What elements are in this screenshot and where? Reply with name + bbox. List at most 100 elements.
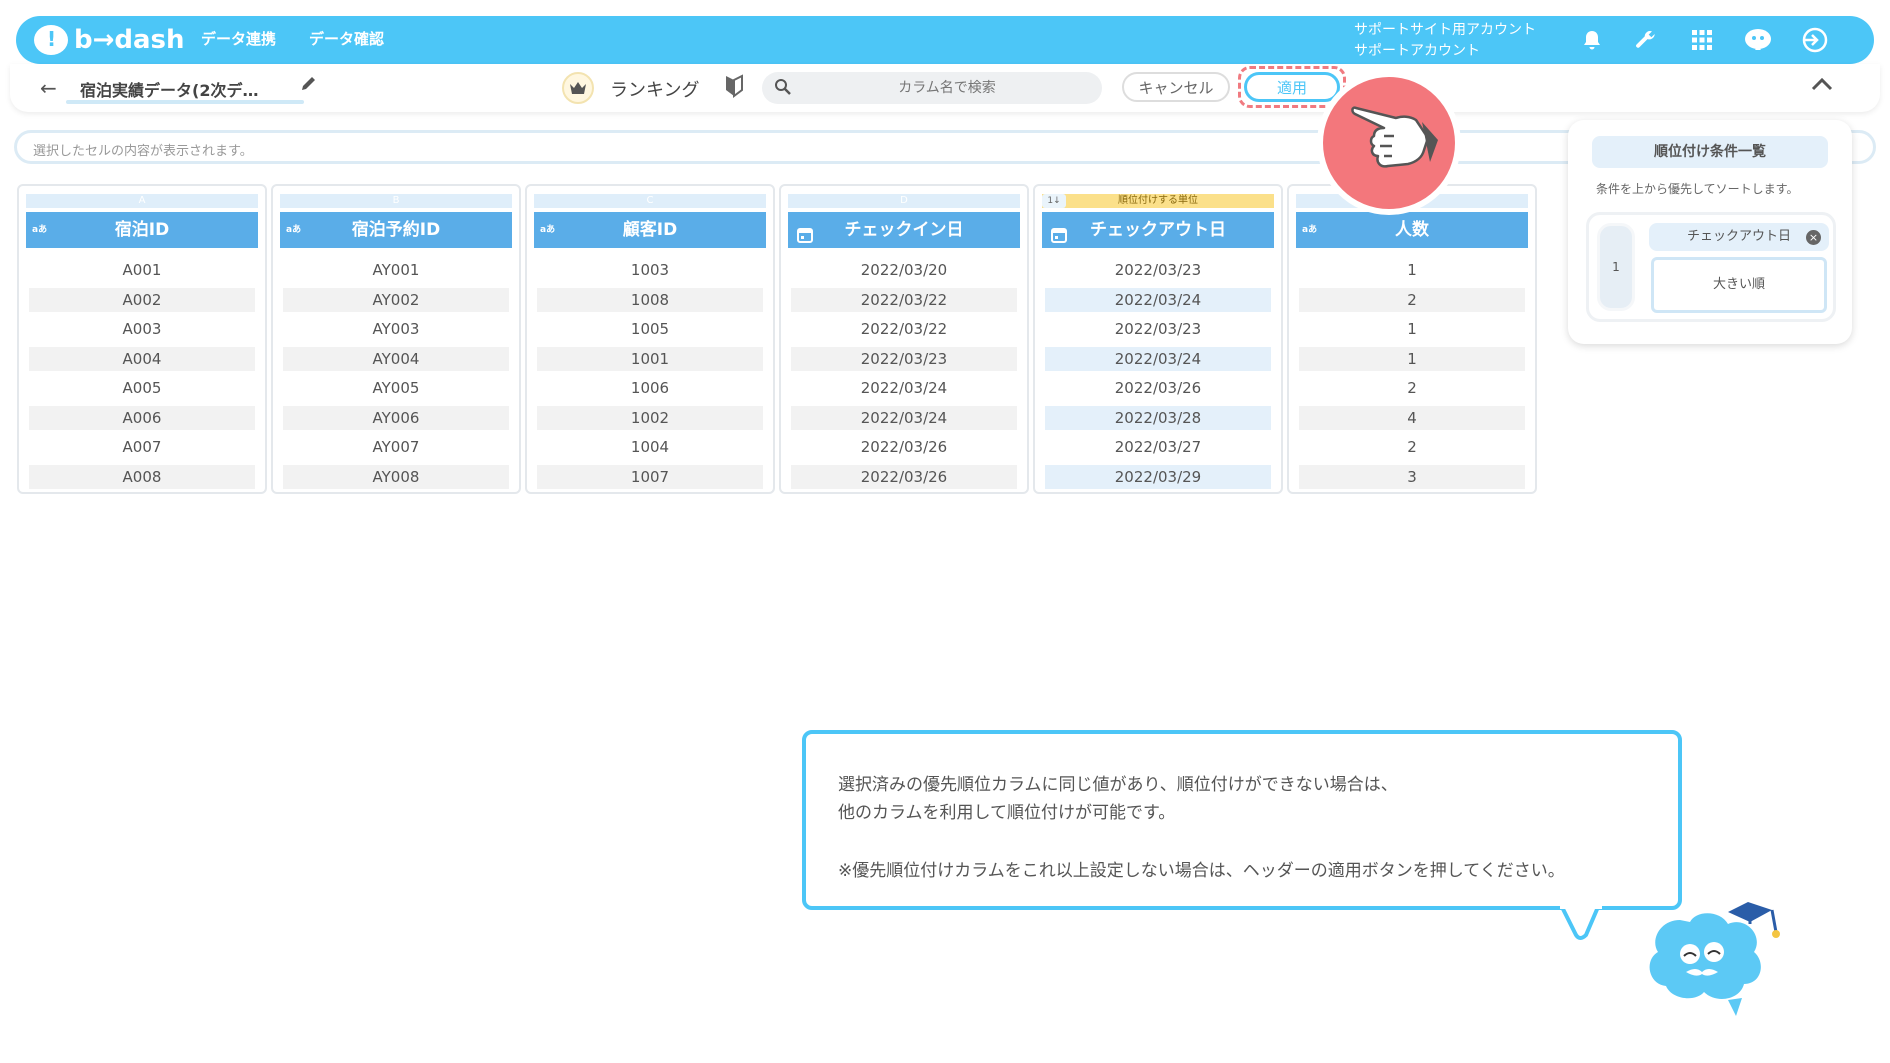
table-cell[interactable]: 2022/03/20 [791, 258, 1017, 282]
logo-text: b→dash [74, 25, 185, 55]
support-mascot-icon[interactable] [1742, 24, 1774, 56]
table-cell[interactable]: A006 [29, 405, 255, 430]
table-cell[interactable]: 1008 [537, 287, 763, 312]
table-cell[interactable]: A003 [29, 317, 255, 341]
column-4: D チェックイン日 2022/03/20 2022/03/22 2022/03/22 20… [779, 184, 1029, 494]
table-cell[interactable]: 1005 [537, 317, 763, 341]
table-cell[interactable]: A005 [29, 376, 255, 400]
column-header[interactable]: aあ 宿泊予約ID [280, 212, 512, 248]
text-type-badge: aあ [286, 225, 302, 235]
pencil-edit-icon[interactable] [300, 74, 322, 96]
column-search-box [762, 72, 1102, 104]
table-cell[interactable]: A002 [29, 287, 255, 312]
table-cell[interactable]: 4 [1299, 405, 1525, 430]
table-cell[interactable]: 1003 [537, 258, 763, 282]
table-cell[interactable]: 2022/03/26 [791, 435, 1017, 459]
bell-icon[interactable] [1576, 24, 1608, 56]
column-6: aあ 人数 1 2 1 1 2 4 2 3 [1287, 184, 1537, 494]
ranking-label: ランキング [610, 80, 700, 101]
logo-bubble-icon [34, 25, 68, 55]
condition-column-chip: チェックアウト日 × [1649, 223, 1829, 251]
table-cell[interactable]: 2022/03/28 [1045, 405, 1271, 430]
table-cell[interactable]: AY005 [283, 376, 509, 400]
table-cell[interactable]: AY008 [283, 464, 509, 489]
chevron-up-icon[interactable] [1810, 76, 1836, 98]
table-cell[interactable]: 2022/03/22 [791, 287, 1017, 312]
column-search-input[interactable] [802, 72, 1092, 104]
table-cell[interactable]: 2022/03/24 [1045, 346, 1271, 371]
condition-column-name: チェックアウト日 [1687, 229, 1792, 244]
table-cell[interactable]: A008 [29, 464, 255, 489]
column-header-label: 宿泊予約ID [351, 220, 441, 240]
column-1: Aaあ 宿泊ID A001 A002 A003 A004 A005 A006 A007 A008 [17, 184, 267, 494]
table-cell[interactable]: 1 [1299, 317, 1525, 341]
table-cell[interactable]: 2022/03/27 [1045, 435, 1271, 459]
dataset-title[interactable]: 宿泊実績データ(2次デ… [80, 77, 300, 101]
table-cell[interactable]: 3 [1299, 464, 1525, 489]
nav-data-check[interactable]: データ確認 [309, 28, 384, 49]
condition-priority-number[interactable]: 1 [1597, 223, 1635, 311]
cell-content-placeholder: 選択したセルの内容が表示されます。 [33, 144, 253, 159]
table-cell[interactable]: 2022/03/24 [791, 376, 1017, 400]
table-cell[interactable]: AY003 [283, 317, 509, 341]
table-cell[interactable]: 1004 [537, 435, 763, 459]
table-cell[interactable]: 1002 [537, 405, 763, 430]
guide-tooltip: 選択済みの優先順位カラムに同じ値があり、順位付けができない場合は、 他のカラムを… [802, 730, 1682, 910]
table-cell[interactable]: 1007 [537, 464, 763, 489]
table-cell[interactable]: 2022/03/23 [1045, 317, 1271, 341]
table-cell[interactable]: 2022/03/24 [1045, 287, 1271, 312]
logout-icon[interactable] [1798, 24, 1830, 56]
top-navigation-bar: b→dash データ連携 データ確認 サポートサイト用アカウント サポートアカウ… [16, 16, 1874, 64]
condition-sort-order[interactable]: 大きい順 [1651, 257, 1827, 313]
column-letter: A [26, 194, 258, 208]
table-cell[interactable]: A001 [29, 258, 255, 282]
table-cell[interactable]: AY004 [283, 346, 509, 371]
column-header[interactable]: チェックイン日 [788, 212, 1020, 248]
account-info[interactable]: サポートサイト用アカウント サポートアカウント [1354, 20, 1536, 62]
table-cell[interactable]: 1 [1299, 258, 1525, 282]
table-cell[interactable]: A004 [29, 346, 255, 371]
nav-data-link[interactable]: データ連携 [201, 28, 276, 49]
column-header[interactable]: aあ 顧客ID [534, 212, 766, 248]
table-cell[interactable]: 1 [1299, 346, 1525, 371]
column-letter: C [534, 194, 766, 208]
column-header[interactable]: チェックアウト日 [1042, 212, 1274, 248]
wrench-icon[interactable] [1630, 24, 1662, 56]
table-cell[interactable]: 1001 [537, 346, 763, 371]
apps-grid-icon[interactable] [1686, 24, 1718, 56]
cancel-button[interactable]: キャンセル [1122, 72, 1230, 102]
table-cell[interactable]: AY006 [283, 405, 509, 430]
calendar-icon [1050, 221, 1068, 243]
table-cell[interactable]: AY002 [283, 287, 509, 312]
tooltip-line-2: 他のカラムを利用して順位付けが可能です。 [838, 803, 1176, 823]
table-cell[interactable]: 2022/03/24 [791, 405, 1017, 430]
text-type-badge: aあ [32, 225, 48, 235]
condition-card: 1 チェックアウト日 × 大きい順 [1586, 212, 1836, 322]
back-arrow-icon[interactable]: ← [40, 76, 57, 100]
tooltip-line-1: 選択済みの優先順位カラムに同じ値があり、順位付けができない場合は、 [838, 775, 1398, 795]
account-user-name: サポートアカウント [1354, 43, 1480, 59]
table-cell[interactable]: A007 [29, 435, 255, 459]
table-cell[interactable]: 2022/03/26 [791, 464, 1017, 489]
table-cell[interactable]: 2022/03/29 [1045, 464, 1271, 489]
column-2: Baあ 宿泊予約ID AY001 AY002 AY003 AY004 AY005 AY006 A… [271, 184, 521, 494]
bdash-logo[interactable]: b→dash [34, 22, 185, 58]
title-underline [66, 100, 304, 104]
table-cell[interactable]: 2 [1299, 287, 1525, 312]
table-cell[interactable]: AY001 [283, 258, 509, 282]
table-cell[interactable]: 2022/03/23 [791, 346, 1017, 371]
crown-icon [562, 72, 594, 104]
column-3: Caあ 顧客ID 1003 1008 1005 1001 1006 1002 1004 1007 [525, 184, 775, 494]
table-cell[interactable]: 2022/03/26 [1045, 376, 1271, 400]
table-cell[interactable]: 2 [1299, 376, 1525, 400]
table-cell[interactable]: 2022/03/22 [791, 317, 1017, 341]
table-cell[interactable]: 2022/03/23 [1045, 258, 1271, 282]
beginner-mark-icon[interactable] [724, 74, 746, 98]
table-cell[interactable]: 1006 [537, 376, 763, 400]
column-header[interactable]: aあ 宿泊ID [26, 212, 258, 248]
table-cell[interactable]: 2 [1299, 435, 1525, 459]
remove-condition-icon[interactable]: × [1806, 230, 1821, 245]
tooltip-line-3: ※優先順位付けカラムをこれ以上設定しない場合は、ヘッダーの適用ボタンを押してくだ… [838, 861, 1565, 881]
calendar-icon [796, 221, 814, 243]
table-cell[interactable]: AY007 [283, 435, 509, 459]
